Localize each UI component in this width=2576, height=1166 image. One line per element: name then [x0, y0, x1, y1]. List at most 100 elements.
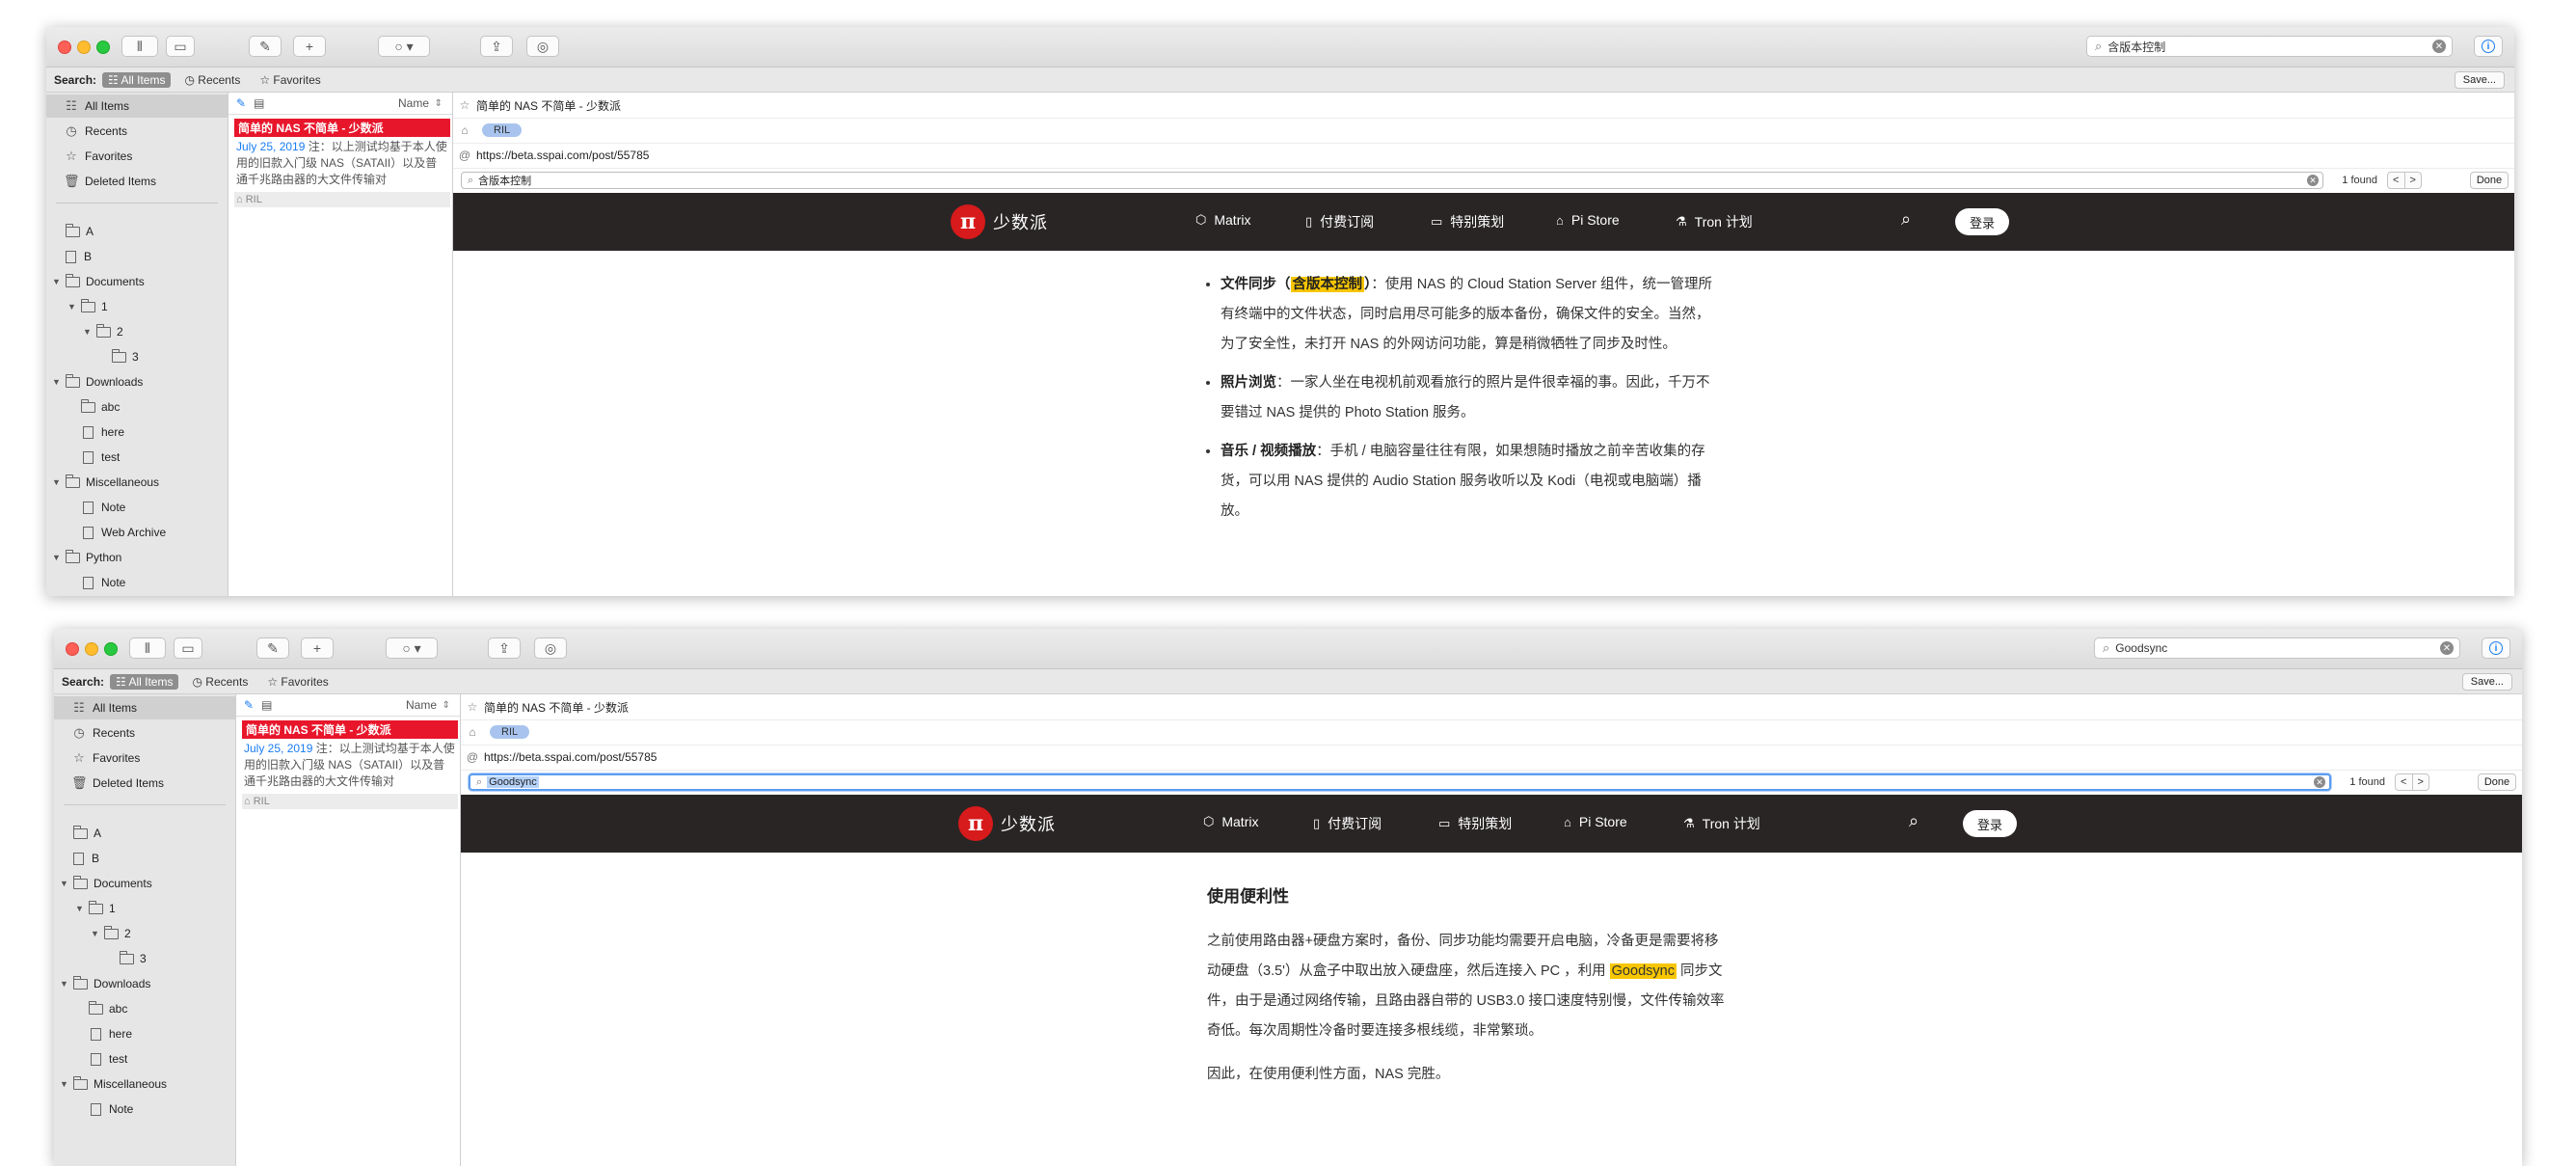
sort-by-name-button[interactable]: Name	[406, 698, 437, 712]
sidebar-item-deleted[interactable]: 🗑 Deleted Items	[46, 170, 228, 193]
site-logo[interactable]: π 少数派	[958, 806, 1056, 841]
nav-special[interactable]: ▭ 特别策划	[1438, 814, 1512, 833]
scope-all-items[interactable]: ☷ All Items	[110, 673, 179, 690]
sidebar-item-favorites[interactable]: ☆ Favorites	[54, 746, 235, 770]
toggle-sidebar-button[interactable]: ▭	[174, 637, 202, 659]
sidebar-item-python[interactable]: ▼ Python	[46, 546, 228, 569]
search-input[interactable]: ⌕ Goodsync ✕	[2094, 637, 2460, 659]
sort-order-icon[interactable]: ⇕	[443, 700, 450, 711]
sidebar-item-a[interactable]: A	[54, 822, 235, 845]
sidebar-item-2[interactable]: ▼ 2	[54, 922, 235, 945]
sidebar-item-downloads[interactable]: ▼ Downloads	[46, 370, 228, 393]
sidebar-item-note[interactable]: Note	[46, 496, 228, 519]
disclosure-triangle-icon[interactable]: ▼	[75, 904, 84, 913]
sidebar-item-here[interactable]: here	[46, 420, 228, 444]
sidebar-item-abc[interactable]: abc	[46, 395, 228, 419]
sort-by-name-button[interactable]: Name	[398, 96, 429, 110]
label-dropdown[interactable]: ○ ▾	[378, 36, 430, 57]
zoom-window-button[interactable]	[96, 41, 110, 54]
sidebar-item-b[interactable]: B	[54, 847, 235, 870]
sidebar-item-3[interactable]: 3	[54, 947, 235, 970]
scope-all-items[interactable]: ☷ All Items	[102, 71, 172, 88]
detail-title[interactable]: 简单的 NAS 不简单 - 少数派	[484, 699, 629, 716]
minimize-window-button[interactable]	[77, 41, 91, 54]
share-button[interactable]: ⇪	[488, 637, 521, 659]
site-search-icon[interactable]: ⌕	[1909, 811, 1919, 831]
sidebar-item-deleted[interactable]: 🗑 Deleted Items	[54, 772, 235, 795]
scope-recents[interactable]: ◷ Recents	[178, 72, 246, 88]
clear-find-icon[interactable]: ✕	[2307, 175, 2319, 186]
add-button[interactable]: +	[301, 637, 334, 659]
nav-matrix[interactable]: ⬡ Matrix	[1195, 212, 1250, 228]
disclosure-triangle-icon[interactable]: ▼	[60, 879, 68, 888]
link-button[interactable]: ◎	[526, 36, 559, 57]
star-icon[interactable]: ☆	[461, 700, 484, 714]
disclosure-triangle-icon[interactable]: ▼	[52, 377, 61, 387]
sidebar-item-recents[interactable]: ◷ Recents	[54, 721, 235, 745]
clear-search-icon[interactable]: ✕	[2440, 641, 2454, 655]
columns-icon[interactable]: ▤	[254, 96, 264, 110]
search-value[interactable]: Goodsync	[2115, 641, 2440, 655]
sidebar-item-miscellaneous[interactable]: ▼ Miscellaneous	[54, 1072, 235, 1096]
disclosure-triangle-icon[interactable]: ▼	[60, 979, 68, 989]
edit-icon[interactable]: ✎	[244, 698, 254, 712]
site-logo[interactable]: π 少数派	[951, 204, 1048, 239]
sidebar-item-a[interactable]: A	[46, 220, 228, 243]
sidebar-item-recents[interactable]: ◷ Recents	[46, 120, 228, 143]
sidebar-item-note[interactable]: Note	[54, 1098, 235, 1121]
sidebar-item-test[interactable]: test	[46, 446, 228, 469]
sidebar-item-1[interactable]: ▼ 1	[46, 295, 228, 318]
sidebar-item-abc[interactable]: abc	[54, 997, 235, 1020]
compose-button[interactable]: ✎	[256, 637, 289, 659]
sidebar-item-downloads[interactable]: ▼ Downloads	[54, 972, 235, 995]
view-mode-button[interactable]: ⫴	[121, 36, 158, 57]
sidebar-item-3[interactable]: 3	[46, 345, 228, 368]
find-done-button[interactable]: Done	[2478, 773, 2516, 791]
nav-matrix[interactable]: ⬡ Matrix	[1203, 814, 1258, 829]
find-value[interactable]: 含版本控制	[478, 173, 2307, 188]
zoom-window-button[interactable]	[104, 642, 118, 656]
close-window-button[interactable]	[58, 41, 71, 54]
columns-icon[interactable]: ▤	[261, 698, 272, 712]
login-button[interactable]: 登录	[1955, 208, 2009, 235]
find-next-button[interactable]: >	[2413, 774, 2429, 790]
label-dropdown[interactable]: ○ ▾	[386, 637, 438, 659]
search-input[interactable]: ⌕ 含版本控制 ✕	[2086, 36, 2453, 57]
sidebar-item-documents[interactable]: ▼ Documents	[46, 270, 228, 293]
disclosure-triangle-icon[interactable]: ▼	[67, 302, 76, 312]
star-icon[interactable]: ☆	[453, 98, 476, 112]
sidebar-item-web-archive[interactable]: Web Archive	[46, 521, 228, 544]
sidebar-item-documents[interactable]: ▼ Documents	[54, 872, 235, 895]
minimize-window-button[interactable]	[85, 642, 98, 656]
sidebar-item-2[interactable]: ▼ 2	[46, 320, 228, 343]
save-search-button[interactable]: Save...	[2461, 673, 2512, 691]
edit-icon[interactable]: ✎	[236, 96, 246, 110]
sidebar-item-favorites[interactable]: ☆ Favorites	[46, 145, 228, 168]
find-previous-button[interactable]: <	[2388, 173, 2405, 188]
disclosure-triangle-icon[interactable]: ▼	[60, 1079, 68, 1089]
list-item[interactable]: 简单的 NAS 不简单 - 少数派 July 25, 2019 注：以上测试均基…	[234, 119, 450, 207]
sort-order-icon[interactable]: ⇕	[435, 98, 443, 109]
disclosure-triangle-icon[interactable]: ▼	[91, 929, 99, 938]
search-value[interactable]: 含版本控制	[2107, 39, 2432, 55]
find-nav-buttons[interactable]: < >	[2387, 172, 2422, 189]
clear-search-icon[interactable]: ✕	[2432, 40, 2446, 53]
view-mode-button[interactable]: ⫴	[129, 637, 166, 659]
info-button[interactable]: i	[2474, 36, 2503, 57]
clear-find-icon[interactable]: ✕	[2314, 776, 2325, 788]
site-search-icon[interactable]: ⌕	[1901, 209, 1911, 230]
nav-subscription[interactable]: ▯ 付费订阅	[1305, 212, 1374, 231]
sidebar-item-miscellaneous[interactable]: ▼ Miscellaneous	[46, 471, 228, 494]
disclosure-triangle-icon[interactable]: ▼	[52, 477, 61, 487]
sidebar-item-test[interactable]: test	[54, 1047, 235, 1071]
nav-subscription[interactable]: ▯ 付费订阅	[1313, 814, 1382, 833]
detail-url[interactable]: https://beta.sspai.com/post/55785	[484, 750, 657, 764]
nav-special[interactable]: ▭ 特别策划	[1431, 212, 1504, 231]
toggle-sidebar-button[interactable]: ▭	[166, 36, 195, 57]
disclosure-triangle-icon[interactable]: ▼	[52, 553, 61, 562]
nav-tron[interactable]: ⚗ Tron 计划	[1683, 814, 1760, 833]
compose-button[interactable]: ✎	[249, 36, 282, 57]
share-button[interactable]: ⇪	[480, 36, 513, 57]
sidebar-item-here[interactable]: here	[54, 1022, 235, 1045]
disclosure-triangle-icon[interactable]: ▼	[52, 277, 61, 286]
